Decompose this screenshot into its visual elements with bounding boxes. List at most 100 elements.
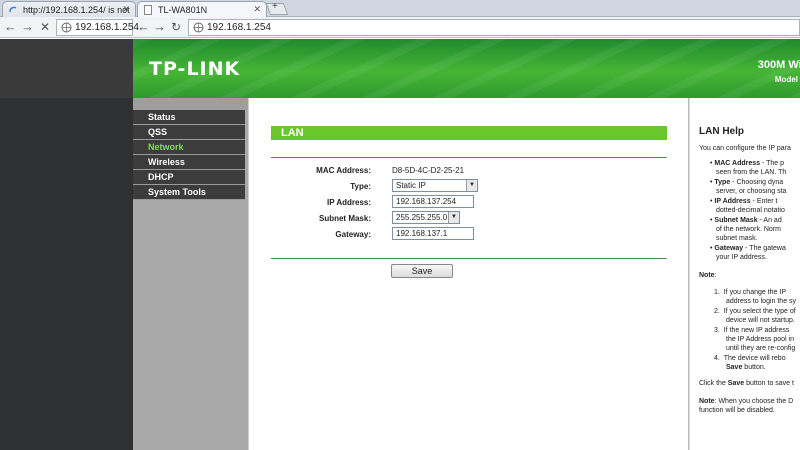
model-title: 300M Wir [757, 59, 800, 71]
help-bold: Save [727, 380, 745, 387]
help-text: - An ad [757, 217, 782, 224]
type-select[interactable]: Static IP ▼ [392, 179, 478, 192]
help-bullet-4-cont2: subnet mask. [716, 235, 758, 242]
browser-tabstrip: http://192.168.1.254/ is not ✕ TL-WA801N… [0, 0, 800, 17]
type-label: Type: [350, 182, 371, 191]
mac-value: D8-5D-4C-D2-25-21 [392, 166, 465, 175]
help-text: - The p [760, 160, 785, 167]
model-number: Model N [774, 75, 800, 84]
help-bullet-4: • Subnet Mask - An ad [710, 217, 782, 224]
help-note-4-cont: Save button. [726, 364, 766, 371]
address-bar-left[interactable]: 192.168.1.254 [56, 19, 139, 36]
help-text: - Enter t [750, 198, 778, 205]
note-number: 2. [714, 308, 720, 315]
help-note-2-line2: function will be disabled. [699, 407, 775, 414]
forward-arrow-icon-2[interactable]: → [153, 19, 166, 35]
help-note-1-cont: address to login the sy [726, 298, 797, 305]
gateway-input[interactable]: 192.168.137.1 [392, 227, 474, 240]
type-select-value: Static IP [396, 181, 426, 190]
note-number: 1. [714, 289, 720, 296]
menu-item-status[interactable]: Status [133, 110, 245, 125]
help-term: Gateway [714, 245, 744, 252]
browser-toolbar: ← → ✕ 192.168.1.254 ← → ↻ 192.168.1.254 [0, 17, 800, 38]
help-intro: You can configure the IP para [699, 145, 791, 152]
help-note-3-cont2: until they are re-config [726, 345, 796, 352]
ip-address-input[interactable]: 192.168.137.254 [392, 195, 474, 208]
ip-label: IP Address: [326, 198, 371, 207]
subnet-mask-label: Subnet Mask: [318, 214, 371, 223]
help-bullet-2-cont: server, or choosing sta [716, 188, 787, 195]
help-bullet-1: • MAC Address - The p [710, 160, 785, 167]
note-text: If you change the IP [723, 289, 786, 296]
subnet-mask-value: 255.255.255.0 [396, 213, 448, 222]
chevron-down-icon[interactable]: ▼ [448, 212, 459, 223]
globe-icon [193, 22, 204, 33]
note-number: 4. [714, 355, 720, 362]
address-text-left: 192.168.1.254 [75, 22, 139, 33]
menu-item-qss[interactable]: QSS [133, 125, 245, 140]
new-tab-plus-icon[interactable]: + [272, 1, 278, 12]
browser-tab-2-label: TL-WA801N [158, 5, 208, 15]
help-title: LAN Help [699, 126, 744, 137]
reload-icon[interactable]: ↻ [171, 19, 181, 35]
help-text: Click the [699, 380, 728, 387]
loading-icon [9, 6, 17, 13]
note-text: If the new IP address [723, 327, 790, 334]
lan-title: LAN [271, 126, 667, 140]
help-text: - The gatewa [743, 245, 786, 252]
router-header: TP-LINK 300M Wir Model N [133, 39, 800, 98]
stop-icon[interactable]: ✕ [40, 19, 50, 35]
save-button[interactable]: Save [391, 264, 453, 278]
note-label: Note [699, 272, 715, 279]
help-note-4: 4. The device will rebo [714, 355, 786, 362]
menu-item-dhcp[interactable]: DHCP [133, 170, 245, 185]
help-bullet-2: • Type - Choosing dyna [710, 179, 784, 186]
help-bullet-3: • IP Address - Enter t [710, 198, 778, 205]
help-text: button to save t [744, 380, 794, 387]
help-bullet-5-cont: your IP address. [716, 254, 767, 261]
lan-settings-panel: LAN MAC Address: D8-5D-4C-D2-25-21 Type:… [248, 98, 688, 450]
help-note-2: 2. If you select the type of [714, 308, 796, 315]
menu-item-wireless[interactable]: Wireless [133, 155, 245, 170]
ip-address-value: 192.168.137.254 [396, 197, 457, 206]
address-bar[interactable]: 192.168.1.254 [188, 19, 800, 36]
forward-arrow-icon[interactable]: → [21, 19, 34, 35]
menu-item-system-tools[interactable]: System Tools [133, 185, 245, 200]
note-text: The device will rebo [723, 355, 786, 362]
note-text: button. [742, 364, 766, 371]
back-arrow-icon-2[interactable]: ← [137, 19, 150, 35]
note-bold: Save [726, 364, 743, 371]
help-bullet-5: • Gateway - The gatewa [710, 245, 786, 252]
browser-tab-1-label: http://192.168.1.254/ is not [23, 5, 130, 15]
browser-tab-2[interactable]: TL-WA801N ✕ [137, 1, 267, 17]
help-bullet-1-cont: seen from the LAN. Th [716, 169, 787, 176]
help-text: : When you choose the D [714, 398, 794, 405]
address-text: 192.168.1.254 [207, 22, 271, 33]
help-click-save: Click the Save button to save t [699, 380, 794, 387]
help-term: IP Address [714, 198, 751, 205]
globe-icon [61, 22, 72, 33]
close-tab-icon[interactable]: ✕ [122, 4, 130, 15]
note-number: 3. [714, 327, 720, 334]
help-note-3: 3. If the new IP address [714, 327, 789, 334]
gateway-label: Gateway: [335, 230, 371, 239]
page-icon [144, 5, 152, 15]
divider-bottom [271, 258, 667, 259]
left-background [0, 39, 133, 450]
gateway-value: 192.168.137.1 [396, 229, 448, 238]
left-header-background [0, 39, 133, 98]
help-note-3-cont: the IP Address pool in [726, 336, 794, 343]
note-label: Note [699, 398, 715, 405]
back-arrow-icon[interactable]: ← [4, 19, 17, 35]
divider-top [271, 157, 667, 158]
help-term: Type [714, 179, 731, 186]
tp-link-logo: TP-LINK [149, 58, 241, 80]
chevron-down-icon[interactable]: ▼ [466, 180, 477, 191]
menu-spacer [133, 98, 248, 110]
help-term: Subnet Mask [714, 217, 758, 224]
menu-item-network[interactable]: Network [133, 140, 245, 155]
subnet-mask-select[interactable]: 255.255.255.0 ▼ [392, 211, 460, 224]
browser-tab-1[interactable]: http://192.168.1.254/ is not ✕ [2, 1, 136, 17]
close-tab-icon[interactable]: ✕ [253, 4, 261, 15]
mac-label: MAC Address: [316, 166, 371, 175]
